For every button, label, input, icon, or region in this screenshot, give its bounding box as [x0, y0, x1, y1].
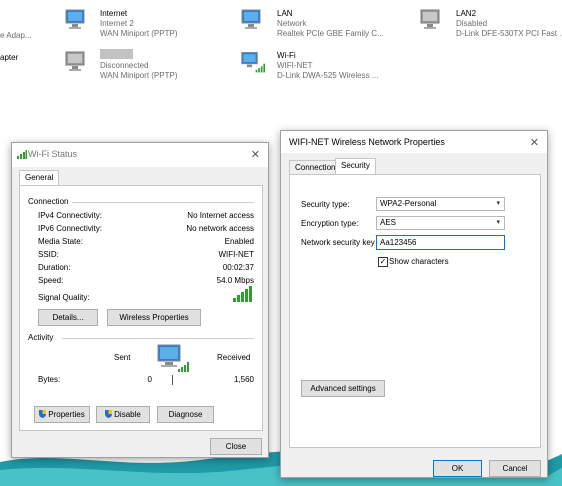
cut-label-2: apter — [0, 53, 19, 62]
properties-label: Properties — [48, 410, 85, 419]
network-status: Network — [277, 19, 307, 28]
ipv6-label: IPv6 Connectivity: — [38, 224, 103, 233]
show-characters-label: Show characters — [389, 257, 449, 266]
network-key-input[interactable]: Aa123456 — [376, 235, 505, 250]
wireless-properties-button[interactable]: Wireless Properties — [107, 309, 201, 326]
diagnose-button[interactable]: Diagnose — [157, 406, 214, 423]
chevron-down-icon: ▾ — [496, 200, 500, 207]
divider — [62, 338, 254, 339]
disable-button[interactable]: Disable — [96, 406, 150, 423]
security-panel: Security type: WPA2-Personal ▾ Encryptio… — [289, 174, 541, 448]
media-state-label: Media State: — [38, 237, 83, 246]
divider — [72, 202, 254, 203]
tab-general[interactable]: General — [19, 170, 60, 185]
network-status: WIFI-NET — [277, 61, 313, 70]
encryption-type-select[interactable]: AES ▾ — [376, 216, 505, 230]
network-device: WAN Miniport (PPTP) — [100, 71, 178, 80]
signal-quality-label: Signal Quality: — [38, 293, 90, 302]
network-computer-disconnected-icon — [65, 51, 85, 71]
speed-label: Speed: — [38, 276, 64, 285]
connection-section-title: Connection — [28, 197, 69, 206]
security-type-select[interactable]: WPA2-Personal ▾ — [376, 197, 505, 211]
general-panel: Connection IPv4 Connectivity: No Interne… — [19, 185, 263, 431]
wireless-properties-window: WIFI-NET Wireless Network Properties ✕ C… — [280, 130, 548, 478]
network-name: Internet — [100, 9, 128, 18]
tab-connection[interactable]: Connection — [289, 160, 342, 175]
network-status: Internet 2 — [100, 19, 134, 28]
duration-label: Duration: — [38, 263, 71, 272]
chevron-down-icon: ▾ — [496, 219, 500, 226]
network-computer-disabled-icon — [420, 9, 440, 29]
advanced-settings-button[interactable]: Advanced settings — [301, 380, 385, 397]
network-computer-icon — [65, 9, 85, 29]
network-status: Disconnected — [100, 61, 149, 70]
activity-section-title: Activity — [28, 333, 54, 342]
wifi-status-window: Wi-Fi Status ✕ General Connection IPv4 C… — [11, 142, 269, 458]
bytes-sent-value: 0 — [147, 375, 152, 384]
redacted-name-block — [100, 49, 133, 59]
encryption-type-label: Encryption type: — [301, 219, 359, 228]
network-device: Realtek PCIe GBE Family C... — [277, 29, 384, 38]
network-key-label: Network security key — [301, 238, 375, 247]
close-icon[interactable]: ✕ — [251, 148, 260, 161]
details-button[interactable]: Details... — [38, 309, 98, 326]
network-device: D-Link DWA-525 Wireless ... — [277, 71, 379, 80]
network-connections-view: e Adap... apter Internet Internet 2 WAN … — [0, 0, 562, 120]
network-name: LAN — [277, 9, 293, 18]
received-label: Received — [217, 353, 251, 362]
sent-label: Sent — [114, 353, 131, 362]
title-bar[interactable]: WIFI-NET Wireless Network Properties ✕ — [281, 131, 547, 153]
ipv4-label: IPv4 Connectivity: — [38, 211, 103, 220]
window-title: Wi-Fi Status — [28, 149, 78, 159]
network-activity-icon — [157, 344, 189, 372]
security-type-label: Security type: — [301, 200, 350, 209]
shield-icon — [105, 410, 113, 418]
speed-value: 54.0 Mbps — [216, 276, 254, 285]
signal-bars-icon — [233, 286, 252, 302]
ipv6-value: No network access — [186, 224, 254, 233]
media-state-value: Enabled — [224, 237, 254, 246]
window-title: WIFI-NET Wireless Network Properties — [289, 137, 445, 147]
network-computer-icon — [241, 9, 261, 29]
security-type-value: WPA2-Personal — [380, 199, 437, 208]
ssid-label: SSID: — [38, 250, 59, 259]
network-name: LAN2 — [456, 9, 477, 18]
disable-label: Disable — [114, 410, 141, 419]
close-icon[interactable]: ✕ — [530, 136, 539, 149]
encryption-type-value: AES — [380, 218, 397, 227]
properties-button[interactable]: Properties — [34, 406, 90, 423]
duration-value: 00:02:37 — [222, 263, 254, 272]
network-status: Disabled — [456, 19, 488, 28]
cut-label-1: e Adap... — [0, 31, 32, 40]
wifi-computer-icon — [241, 52, 266, 73]
network-name: Wi-Fi — [277, 51, 296, 60]
network-device: D-Link DFE-530TX PCI Fast ... — [456, 29, 562, 38]
title-bar[interactable]: Wi-Fi Status ✕ — [12, 143, 268, 167]
ssid-value: WIFI-NET — [218, 250, 254, 259]
shield-icon — [39, 410, 47, 418]
network-device: WAN Miniport (PPTP) — [100, 29, 178, 38]
activity-separator — [172, 375, 173, 385]
ipv4-value: No Internet access — [187, 211, 254, 220]
cancel-button[interactable]: Cancel — [489, 460, 541, 477]
wifi-signal-icon — [17, 150, 27, 159]
ok-button[interactable]: OK — [433, 460, 482, 477]
bytes-received-value: 1,560 — [233, 375, 254, 384]
tab-security[interactable]: Security — [335, 158, 376, 175]
close-button[interactable]: Close — [210, 438, 262, 455]
bytes-label: Bytes: — [38, 375, 61, 384]
show-characters-checkbox[interactable]: ✓ — [378, 257, 388, 267]
